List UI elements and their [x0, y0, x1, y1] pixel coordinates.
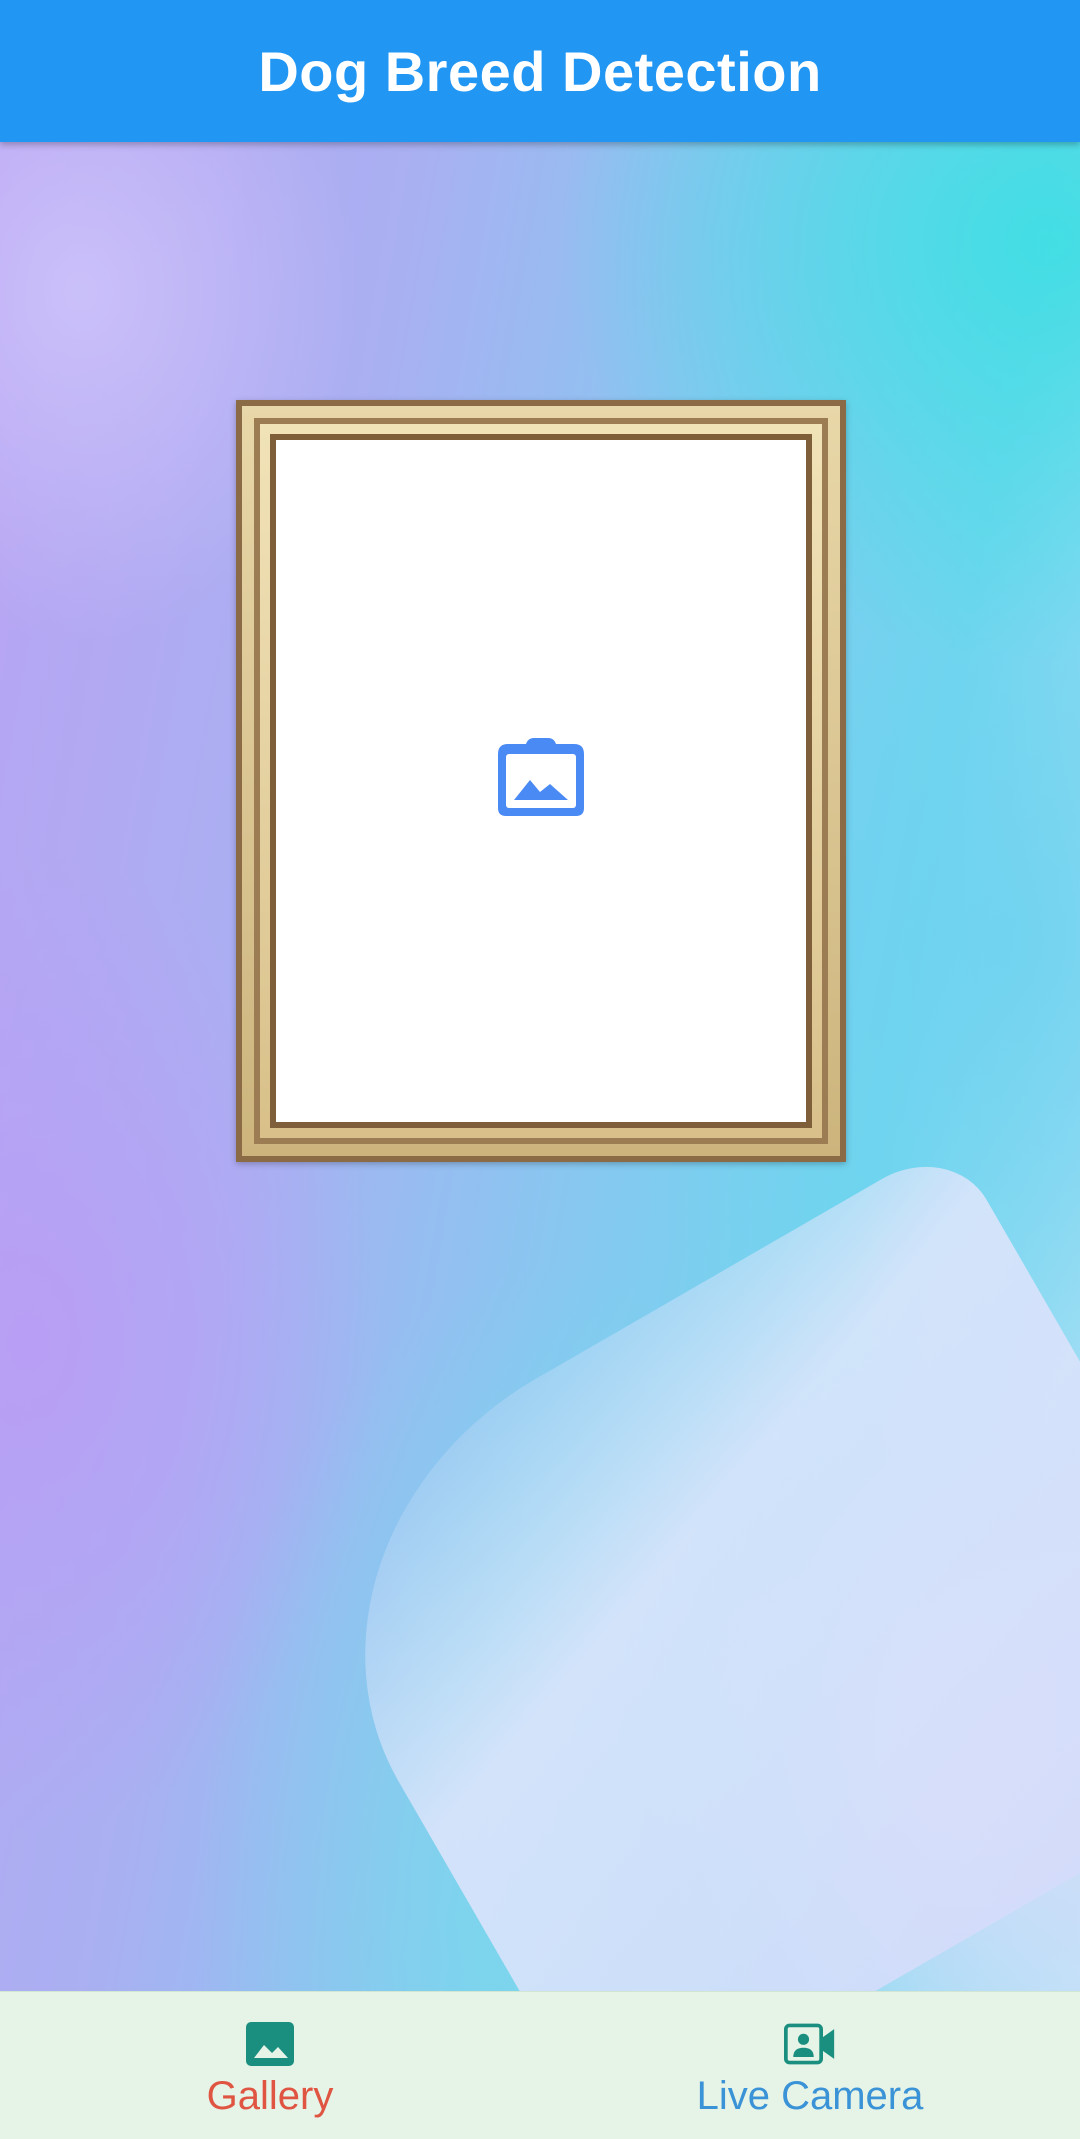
nav-label-gallery: Gallery	[206, 2074, 334, 2118]
image-preview-area	[276, 440, 806, 1122]
gallery-image-icon	[246, 2022, 294, 2066]
app-bar: Dog Breed Detection	[0, 0, 1080, 142]
nav-item-live-camera[interactable]: Live Camera	[540, 1992, 1080, 2139]
video-camera-icon	[784, 2023, 835, 2065]
background-swoosh	[258, 1138, 1080, 1991]
nav-item-gallery[interactable]: Gallery	[0, 1992, 540, 2139]
nav-label-live-camera: Live Camera	[696, 2074, 924, 2118]
image-preview-frame[interactable]	[236, 400, 846, 1162]
app-title: Dog Breed Detection	[258, 39, 822, 103]
image-placeholder-icon	[498, 738, 584, 816]
bottom-navigation: Gallery Live Camera	[0, 1991, 1080, 2139]
